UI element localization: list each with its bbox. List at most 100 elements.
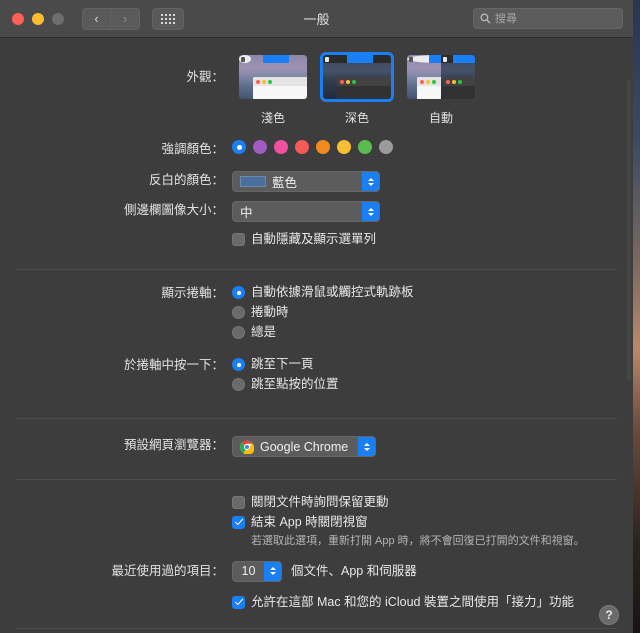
separator-2 bbox=[16, 418, 617, 419]
autohide-menubar-checkbox[interactable] bbox=[232, 233, 245, 246]
handoff-row: 允許在這部 Mac 和您的 iCloud 裝置之間使用「接力」功能 bbox=[0, 594, 633, 614]
accent-swatch-orange[interactable] bbox=[316, 140, 330, 154]
desktop-background bbox=[632, 0, 640, 633]
scrollbar-radio-automatic[interactable] bbox=[232, 286, 245, 299]
accent-color-row: 強調顏色： bbox=[0, 140, 633, 158]
default-browser-popup[interactable]: Google Chrome bbox=[232, 436, 376, 457]
accent-swatch-blue[interactable] bbox=[232, 140, 246, 154]
accent-swatch-purple[interactable] bbox=[253, 140, 267, 154]
help-button[interactable]: ? bbox=[599, 605, 619, 625]
ask-keep-changes-row: 關閉文件時詢問保留更動 結束 App 時關閉視窗 若選取此選項，重新打開 App… bbox=[0, 494, 633, 549]
highlight-color-row: 反白的顏色： 藍色 bbox=[0, 171, 633, 192]
recent-items-value: 10 bbox=[241, 564, 256, 578]
close-windows-on-quit-hint: 若選取此選項，重新打開 App 時，將不會回復已打開的文件和視窗。 bbox=[251, 534, 585, 547]
handoff-line[interactable]: 允許在這部 Mac 和您的 iCloud 裝置之間使用「接力」功能 bbox=[232, 594, 633, 611]
navigation-buttons: ‹ › bbox=[82, 7, 140, 30]
default-browser-value: Google Chrome bbox=[260, 439, 349, 454]
appearance-label-auto: 自動 bbox=[428, 111, 453, 125]
ask-keep-changes-checkbox[interactable] bbox=[232, 495, 245, 509]
search-input[interactable] bbox=[495, 12, 616, 25]
sidebar-icon-size-label: 側邊欄圖像大小： bbox=[123, 203, 224, 217]
close-windows-on-quit-label: 結束 App 時關閉視窗 bbox=[251, 514, 368, 529]
autohide-menubar-label: 自動隱藏及顯示選單列 bbox=[251, 232, 377, 246]
system-preferences-window: ‹ › 一般 外觀： bbox=[0, 0, 633, 633]
close-button[interactable] bbox=[12, 12, 24, 25]
scrollbar-label-when-scrolling: 捲動時 bbox=[251, 305, 289, 319]
recent-items-suffix: 個文件、App 和伺服器 bbox=[291, 563, 417, 578]
appearance-thumb-dark[interactable] bbox=[320, 52, 394, 102]
pane-scrollbar[interactable] bbox=[627, 80, 631, 380]
handoff-checkbox[interactable] bbox=[232, 595, 245, 609]
zoom-button bbox=[52, 12, 64, 25]
click-scrollbar-option-next-page[interactable]: 跳至下一頁 bbox=[232, 356, 633, 373]
accent-swatch-red[interactable] bbox=[295, 140, 309, 154]
sidebar-icon-size-value: 中 bbox=[240, 206, 253, 220]
scrollbar-label-always: 總是 bbox=[251, 325, 277, 339]
click-scrollbar-label: 於捲軸中按一下： bbox=[123, 358, 224, 372]
accent-swatch-green[interactable] bbox=[358, 140, 372, 154]
minimize-button[interactable] bbox=[32, 12, 44, 25]
show-scrollbars-row: 顯示捲軸： 自動依據滑鼠或觸控式軌跡板 捲動時 總是 bbox=[0, 284, 633, 344]
forward-button: › bbox=[111, 7, 140, 30]
close-windows-on-quit-checkbox[interactable] bbox=[232, 515, 245, 529]
separator-4 bbox=[16, 627, 617, 629]
highlight-color-value: 藍色 bbox=[272, 176, 298, 190]
window-titlebar: ‹ › 一般 bbox=[0, 0, 633, 38]
search-icon bbox=[480, 13, 491, 24]
accent-color-swatches bbox=[232, 140, 633, 154]
show-all-button[interactable] bbox=[152, 7, 184, 30]
separator-1 bbox=[16, 269, 617, 270]
recent-items-popup[interactable]: 10 bbox=[232, 560, 282, 582]
sidebar-icon-size-row: 側邊欄圖像大小： 中 bbox=[0, 201, 633, 222]
sidebar-icon-size-popup[interactable]: 中 bbox=[232, 201, 380, 222]
appearance-thumb-light[interactable] bbox=[236, 52, 310, 102]
appearance-options: 淺色 深色 自動 bbox=[232, 52, 633, 126]
highlight-color-chip bbox=[240, 176, 266, 187]
appearance-option-auto[interactable]: 自動 bbox=[400, 52, 482, 126]
click-scrollbar-row: 於捲軸中按一下： 跳至下一頁 跳至點按的位置 bbox=[0, 356, 633, 396]
accent-swatch-pink[interactable] bbox=[274, 140, 288, 154]
appearance-label-dark: 深色 bbox=[344, 111, 369, 125]
grid-icon bbox=[161, 13, 175, 24]
appearance-label-light: 淺色 bbox=[260, 111, 285, 125]
accent-color-label: 強調顏色： bbox=[161, 142, 224, 156]
chevron-updown-icon bbox=[264, 561, 281, 581]
accent-swatch-graphite[interactable] bbox=[379, 140, 393, 154]
appearance-thumb-auto[interactable] bbox=[404, 52, 478, 102]
search-field[interactable] bbox=[473, 8, 623, 29]
traffic-lights bbox=[12, 12, 64, 25]
appearance-label: 外觀： bbox=[186, 70, 224, 84]
separator-3 bbox=[16, 478, 617, 480]
accent-swatch-yellow[interactable] bbox=[337, 140, 351, 154]
back-button[interactable]: ‹ bbox=[82, 7, 111, 30]
chevron-updown-icon bbox=[362, 202, 379, 221]
chrome-icon bbox=[240, 440, 254, 454]
default-browser-label: 預設網頁瀏覽器： bbox=[123, 438, 224, 452]
click-scrollbar-label-next-page: 跳至下一頁 bbox=[251, 357, 314, 371]
scrollbar-radio-when-scrolling[interactable] bbox=[232, 306, 245, 319]
preferences-pane: 外觀： 淺色 深色 自動 強調顏色： 反白的顏色： 藍色 側邊欄圖像大小： 中 … bbox=[0, 38, 633, 633]
scrollbar-option-always[interactable]: 總是 bbox=[232, 324, 633, 341]
handoff-label: 允許在這部 Mac 和您的 iCloud 裝置之間使用「接力」功能 bbox=[251, 594, 574, 609]
appearance-option-light[interactable]: 淺色 bbox=[232, 52, 314, 126]
ask-keep-changes-line[interactable]: 關閉文件時詢問保留更動 bbox=[232, 494, 633, 511]
appearance-row: 外觀： 淺色 深色 自動 bbox=[0, 38, 633, 126]
scrollbar-option-automatic[interactable]: 自動依據滑鼠或觸控式軌跡板 bbox=[232, 284, 633, 301]
scrollbar-label-automatic: 自動依據滑鼠或觸控式軌跡板 bbox=[251, 285, 414, 299]
default-browser-row: 預設網頁瀏覽器： Google Chrome bbox=[0, 436, 633, 459]
scrollbar-option-when-scrolling[interactable]: 捲動時 bbox=[232, 304, 633, 321]
click-scrollbar-radio-next-page[interactable] bbox=[232, 358, 245, 371]
appearance-option-dark[interactable]: 深色 bbox=[316, 52, 398, 126]
autohide-menubar-checkbox-line[interactable]: 自動隱藏及顯示選單列 bbox=[232, 231, 633, 248]
click-scrollbar-option-jump-to-spot[interactable]: 跳至點按的位置 bbox=[232, 376, 633, 393]
click-scrollbar-label-jump-to-spot: 跳至點按的位置 bbox=[251, 377, 339, 391]
highlight-color-popup[interactable]: 藍色 bbox=[232, 171, 380, 192]
ask-keep-changes-label: 關閉文件時詢問保留更動 bbox=[251, 494, 389, 509]
show-scrollbars-label: 顯示捲軸： bbox=[161, 286, 224, 300]
chevron-updown-icon bbox=[362, 172, 379, 191]
close-windows-on-quit-line[interactable]: 結束 App 時關閉視窗 bbox=[232, 514, 633, 531]
highlight-color-label: 反白的顏色： bbox=[148, 173, 224, 187]
click-scrollbar-radio-jump-to-spot[interactable] bbox=[232, 378, 245, 391]
autohide-menubar-row: 自動隱藏及顯示選單列 bbox=[0, 231, 633, 251]
scrollbar-radio-always[interactable] bbox=[232, 326, 245, 339]
